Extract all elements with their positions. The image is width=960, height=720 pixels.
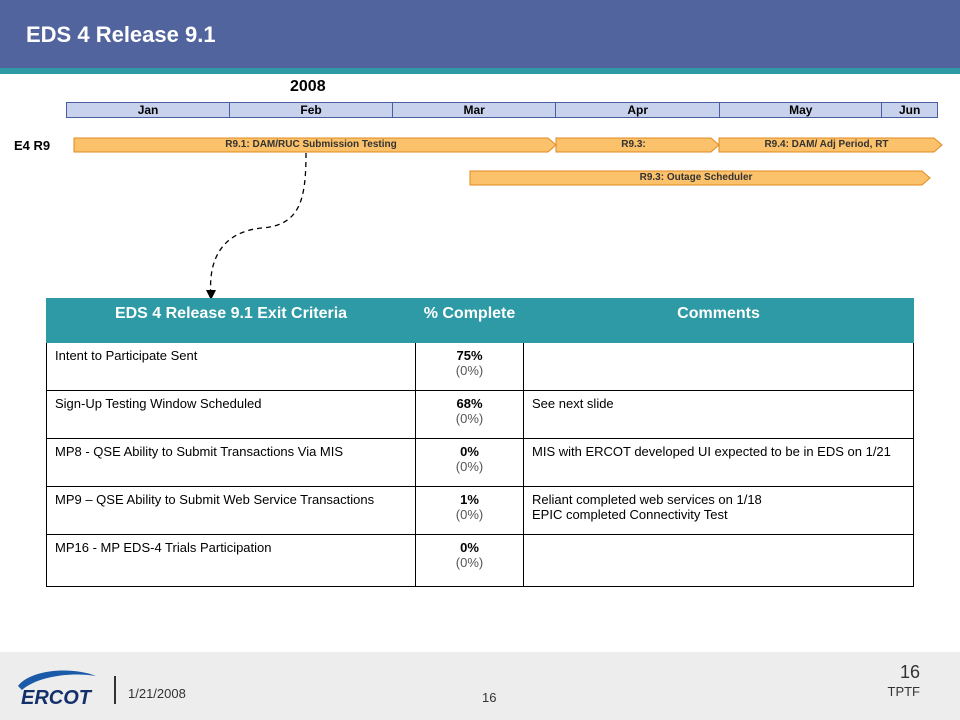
bar-label-r91: R9.1: DAM/RUC Submission Testing	[225, 139, 397, 150]
month-jan: Jan	[67, 103, 231, 117]
percent-value: 75%	[456, 348, 483, 363]
table-row: MP16 - MP EDS-4 Trials Participation 0%(…	[46, 534, 914, 587]
footer-divider	[114, 676, 116, 704]
comments-cell: See next slide	[523, 390, 914, 439]
percent-previous: (0%)	[455, 411, 484, 426]
table-row: MP9 – QSE Ability to Submit Web Service …	[46, 486, 914, 535]
percent-cell: 68% (0%)	[415, 390, 524, 439]
footer-org: TPTF	[887, 684, 921, 699]
criteria-cell: MP8 - QSE Ability to Submit Transactions…	[46, 438, 416, 487]
slide-title: EDS 4 Release 9.1	[26, 22, 216, 47]
comments-cell: Reliant completed web services on 1/18 E…	[523, 486, 914, 535]
timeline-year: 2008	[290, 78, 326, 95]
percent-cell: 0% (0%)	[415, 534, 524, 587]
percent-value: 68%	[456, 396, 483, 411]
footer-page-number: 16	[482, 690, 497, 705]
exit-criteria-table: EDS 4 Release 9.1 Exit Criteria % Comple…	[46, 298, 914, 587]
percent-previous: (0%)	[455, 363, 484, 378]
comments-cell: MIS with ERCOT developed UI expected to …	[523, 438, 914, 487]
slide-number: 16	[899, 662, 920, 682]
month-jun: Jun	[898, 103, 921, 117]
month-feb: Feb	[230, 103, 394, 117]
ercot-logo: ERCOT	[18, 670, 96, 709]
comments-cell	[523, 342, 914, 391]
percent-previous: (0%)	[455, 555, 484, 570]
month-may: May	[720, 103, 883, 117]
timeline-row-label: E4 R9	[14, 138, 51, 153]
bar-label-r94: R9.4: DAM/ Adj Period, RT	[764, 139, 889, 150]
percent-cell: 75% (0%)	[415, 342, 524, 391]
table-row: Sign-Up Testing Window Scheduled 68% (0%)…	[46, 390, 914, 439]
criteria-cell: MP9 – QSE Ability to Submit Web Service …	[46, 486, 416, 535]
title-stripe	[0, 68, 960, 74]
timeline-months: Jan Feb Mar Apr May Jun	[66, 102, 938, 118]
comments-cell	[523, 534, 914, 587]
percent-value: 1%	[460, 492, 479, 507]
header-criteria: EDS 4 Release 9.1 Exit Criteria	[46, 298, 416, 343]
footer-date: 1/21/2008	[128, 686, 186, 701]
bar-label-r93-outage: R9.3: Outage Scheduler	[639, 172, 753, 183]
criteria-cell: MP16 - MP EDS-4 Trials Participation	[46, 534, 416, 587]
header-comments: Comments	[523, 298, 914, 343]
percent-previous: (0%)	[455, 459, 484, 474]
connector-arrow	[209, 152, 307, 297]
month-mar: Mar	[393, 103, 557, 117]
criteria-cell: Intent to Participate Sent	[46, 342, 416, 391]
table-row: Intent to Participate Sent 75% (0%)	[46, 342, 914, 391]
percent-previous: (0%)	[455, 507, 484, 522]
percent-cell: 0% (0%)	[415, 438, 524, 487]
percent-cell: 1% (0%)	[415, 486, 524, 535]
header-percent: % Complete	[415, 298, 524, 343]
month-apr: Apr	[556, 103, 721, 117]
percent-value: 0%	[460, 540, 479, 555]
percent-value: 0%	[460, 444, 479, 459]
table-row: MP8 - QSE Ability to Submit Transactions…	[46, 438, 914, 487]
bar-label-r93: R9.3:	[621, 139, 646, 150]
svg-text:ERCOT: ERCOT	[21, 687, 93, 709]
criteria-cell: Sign-Up Testing Window Scheduled	[46, 390, 416, 439]
table-header-row: EDS 4 Release 9.1 Exit Criteria % Comple…	[46, 298, 914, 343]
